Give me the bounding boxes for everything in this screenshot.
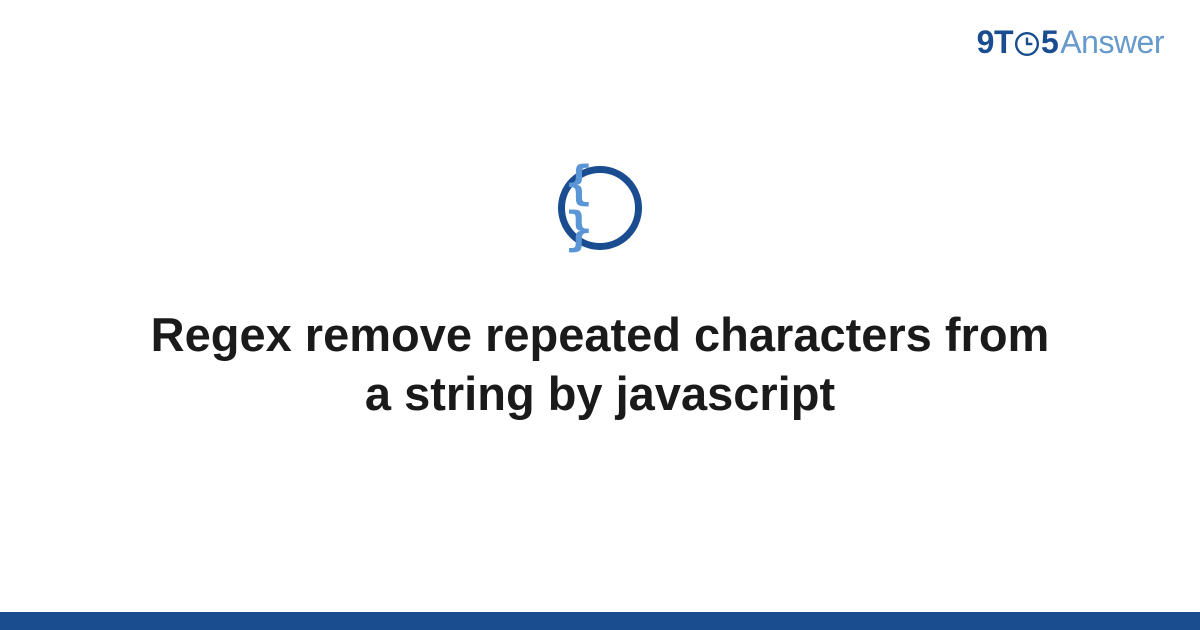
main-content: { } Regex remove repeated characters fro…	[0, 0, 1200, 630]
code-braces-icon: { }	[565, 160, 635, 252]
footer-bar	[0, 612, 1200, 630]
question-title: Regex remove repeated characters from a …	[100, 306, 1100, 424]
category-icon-circle: { }	[558, 166, 642, 250]
